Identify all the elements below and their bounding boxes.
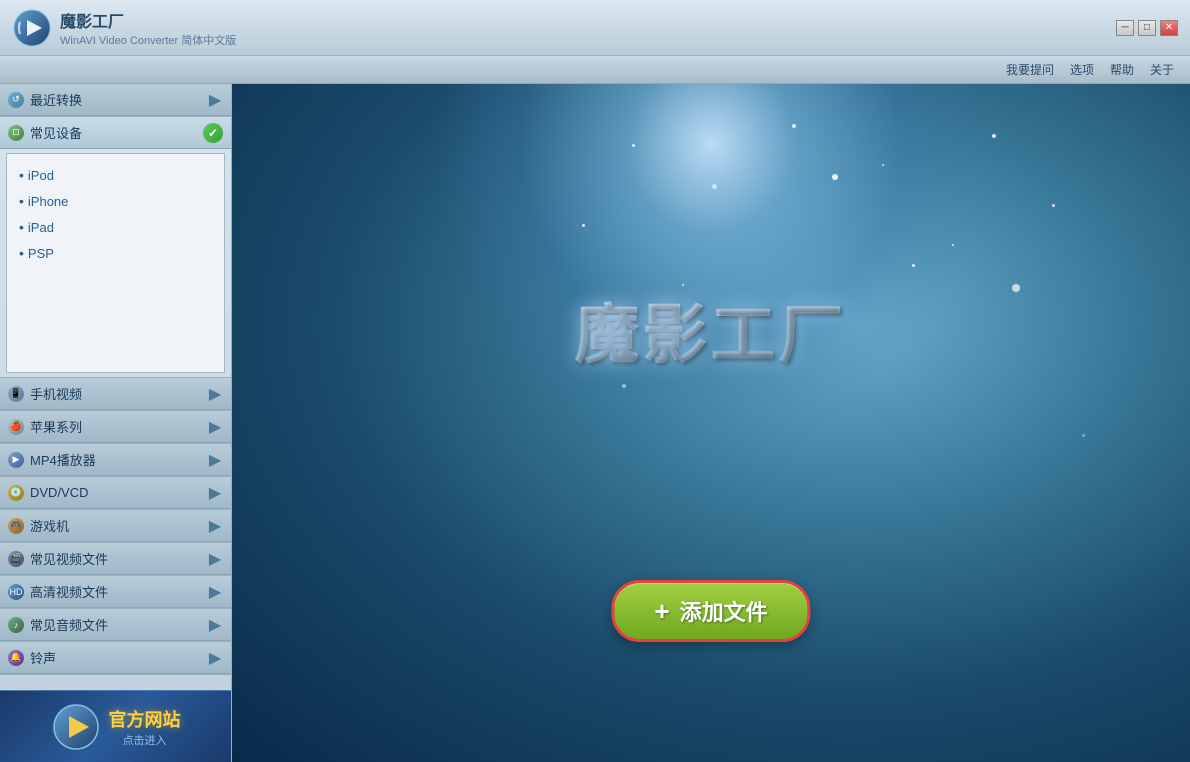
common-audio-chevron-icon: ▶ <box>207 617 223 633</box>
menu-ask[interactable]: 我要提问 <box>1006 61 1054 78</box>
common-devices-section: ⊡ 常见设备 ✓ iPod iPhone iPad PSP <box>0 117 231 378</box>
content-area: 魔影工厂 + 添加文件 <box>232 84 1190 762</box>
common-devices-header[interactable]: ⊡ 常见设备 ✓ <box>0 117 231 149</box>
apple-header[interactable]: 🍎 苹果系列 ▶ <box>0 411 231 443</box>
common-audio-section: ♪ 常见音频文件 ▶ <box>0 609 231 642</box>
maximize-button[interactable]: □ <box>1138 20 1156 36</box>
common-video-section: 🎬 常见视频文件 ▶ <box>0 543 231 576</box>
recent-label: 最近转换 <box>30 90 82 109</box>
common-video-header[interactable]: 🎬 常见视频文件 ▶ <box>0 543 231 575</box>
plus-icon: + <box>654 598 669 624</box>
common-audio-label: 常见音频文件 <box>30 615 108 634</box>
app-title: 魔影工厂 <box>575 284 847 376</box>
menu-help[interactable]: 帮助 <box>1110 61 1134 78</box>
sidebar-spacer <box>0 675 231 686</box>
common-devices-icon: ⊡ <box>8 125 24 141</box>
hd-video-icon: HD <box>8 584 24 600</box>
apple-label: 苹果系列 <box>30 417 82 436</box>
ringtone-chevron-icon: ▶ <box>207 650 223 666</box>
dvd-icon: 💿 <box>8 485 24 501</box>
title-text: 魔影工厂 WinAVI Video Converter 简体中文版 <box>60 8 236 48</box>
sidebar: ↺ 最近转换 ▶ ⊡ 常见设备 ✓ iPod iPhone <box>0 84 232 762</box>
hd-video-chevron-icon: ▶ <box>207 584 223 600</box>
mp4-chevron-icon: ▶ <box>207 452 223 468</box>
ringtone-section: 🔔 铃声 ▶ <box>0 642 231 675</box>
game-icon: 🎮 <box>8 518 24 534</box>
banner-title: 官方网站 <box>109 706 181 732</box>
title-bar: 魔影工厂 WinAVI Video Converter 简体中文版 ─ □ ✕ <box>0 0 1190 56</box>
common-devices-label: 常见设备 <box>30 123 82 142</box>
app-logo-icon <box>12 8 52 48</box>
close-button[interactable]: ✕ <box>1160 20 1178 36</box>
apple-icon: 🍎 <box>8 419 24 435</box>
device-item-iphone[interactable]: iPhone <box>11 188 220 214</box>
hd-video-header[interactable]: HD 高清视频文件 ▶ <box>0 576 231 608</box>
ringtone-label: 铃声 <box>30 648 56 667</box>
banner-logo-icon <box>51 702 101 752</box>
mp4-header[interactable]: ▶ MP4播放器 ▶ <box>0 444 231 476</box>
banner-subtitle: 点击进入 <box>109 732 181 748</box>
title-left: 魔影工厂 WinAVI Video Converter 简体中文版 <box>12 8 236 48</box>
common-audio-header[interactable]: ♪ 常见音频文件 ▶ <box>0 609 231 641</box>
light-burst-effect <box>411 84 1011 464</box>
recent-section: ↺ 最近转换 ▶ <box>0 84 231 117</box>
add-file-button[interactable]: + 添加文件 <box>611 580 810 642</box>
menu-about[interactable]: 关于 <box>1150 61 1174 78</box>
apple-chevron-icon: ▶ <box>207 419 223 435</box>
device-list: iPod iPhone iPad PSP <box>6 153 225 373</box>
common-audio-icon: ♪ <box>8 617 24 633</box>
common-video-icon: 🎬 <box>8 551 24 567</box>
stars-decoration <box>232 84 1190 762</box>
add-file-label: 添加文件 <box>680 595 768 627</box>
game-section: 🎮 游戏机 ▶ <box>0 510 231 543</box>
menu-bar: 我要提问 选项 帮助 关于 <box>0 56 1190 84</box>
mobile-video-section: 📱 手机视频 ▶ <box>0 378 231 411</box>
menu-options[interactable]: 选项 <box>1070 61 1094 78</box>
mp4-section: ▶ MP4播放器 ▶ <box>0 444 231 477</box>
ringtone-icon: 🔔 <box>8 650 24 666</box>
common-devices-check-icon: ✓ <box>203 123 223 143</box>
mp4-icon: ▶ <box>8 452 24 468</box>
dvd-label: DVD/VCD <box>30 485 89 500</box>
banner-text: 官方网站 点击进入 <box>109 706 181 748</box>
hd-video-section: HD 高清视频文件 ▶ <box>0 576 231 609</box>
apple-section: 🍎 苹果系列 ▶ <box>0 411 231 444</box>
app-name: 魔影工厂 <box>60 8 236 32</box>
recent-icon: ↺ <box>8 92 24 108</box>
window-controls: ─ □ ✕ <box>1116 20 1178 36</box>
device-item-ipod[interactable]: iPod <box>11 162 220 188</box>
minimize-button[interactable]: ─ <box>1116 20 1134 36</box>
game-chevron-icon: ▶ <box>207 518 223 534</box>
dvd-section: 💿 DVD/VCD ▶ <box>0 477 231 510</box>
mobile-video-header[interactable]: 📱 手机视频 ▶ <box>0 378 231 410</box>
common-video-label: 常见视频文件 <box>30 549 108 568</box>
dvd-chevron-icon: ▶ <box>207 485 223 501</box>
ringtone-header[interactable]: 🔔 铃声 ▶ <box>0 642 231 674</box>
device-item-psp[interactable]: PSP <box>11 240 220 266</box>
recent-header[interactable]: ↺ 最近转换 ▶ <box>0 84 231 116</box>
hd-video-label: 高清视频文件 <box>30 582 108 601</box>
mobile-video-icon: 📱 <box>8 386 24 402</box>
device-item-ipad[interactable]: iPad <box>11 214 220 240</box>
official-website-banner[interactable]: 官方网站 点击进入 <box>0 690 231 762</box>
main-area: ↺ 最近转换 ▶ ⊡ 常见设备 ✓ iPod iPhone <box>0 84 1190 762</box>
mp4-label: MP4播放器 <box>30 450 96 469</box>
app-subtitle: WinAVI Video Converter 简体中文版 <box>60 32 236 48</box>
game-label: 游戏机 <box>30 516 69 535</box>
mobile-video-chevron-icon: ▶ <box>207 386 223 402</box>
game-header[interactable]: 🎮 游戏机 ▶ <box>0 510 231 542</box>
common-video-chevron-icon: ▶ <box>207 551 223 567</box>
dvd-header[interactable]: 💿 DVD/VCD ▶ <box>0 477 231 509</box>
recent-chevron-icon: ▶ <box>207 92 223 108</box>
mobile-video-label: 手机视频 <box>30 384 82 403</box>
